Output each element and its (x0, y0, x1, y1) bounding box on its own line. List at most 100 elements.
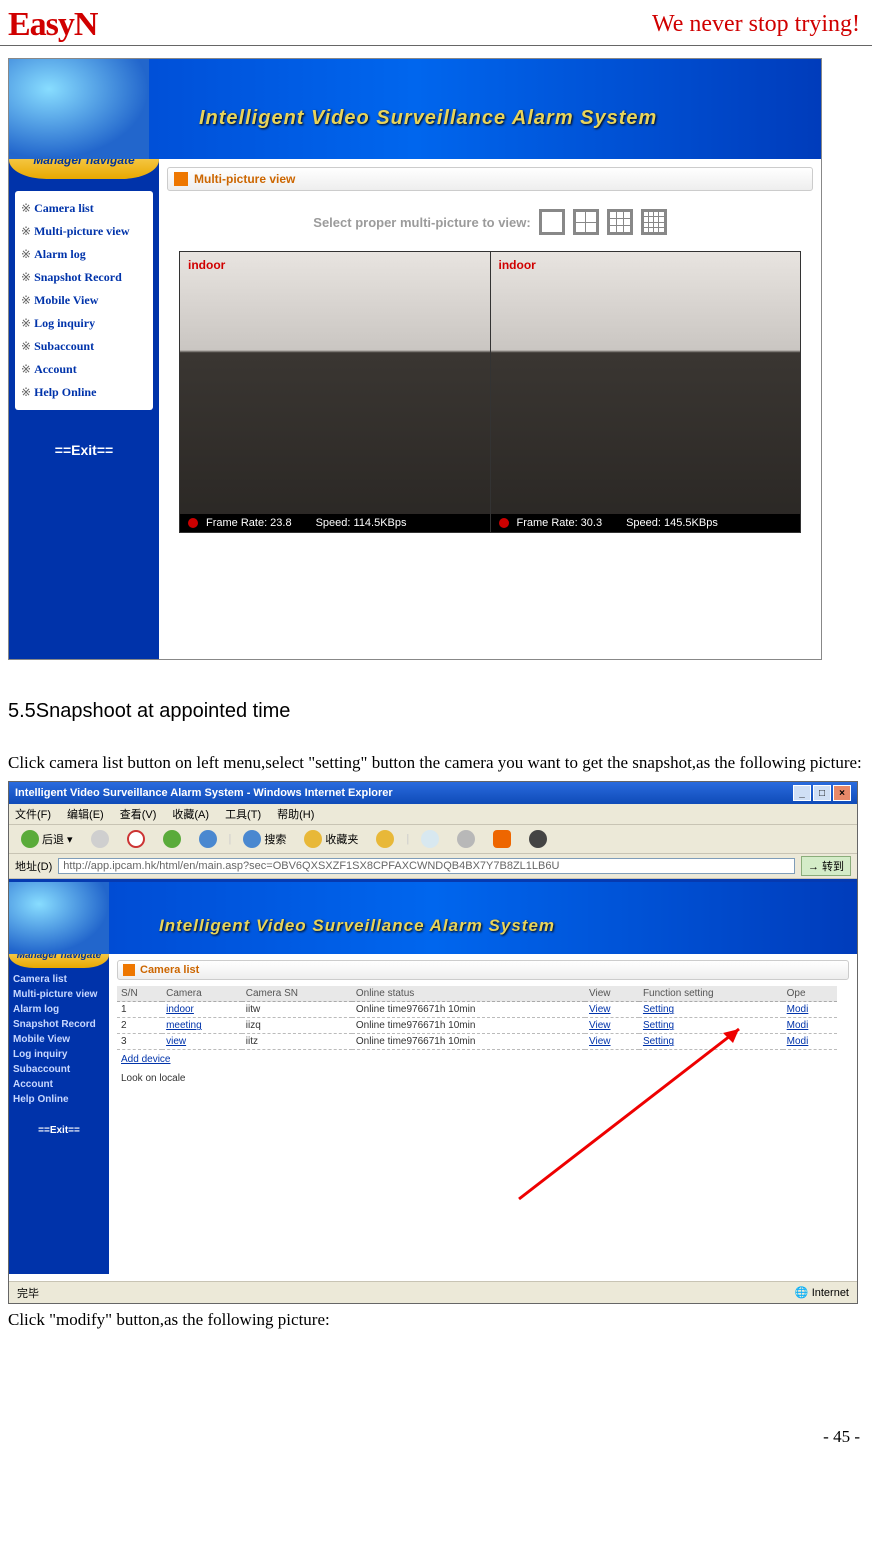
refresh-button[interactable] (157, 827, 187, 851)
camera-label: indoor (188, 258, 225, 272)
status-right: 🌐 Internet (795, 1286, 849, 1299)
modify-link[interactable]: Modi (787, 1004, 809, 1015)
logo: EasyN (8, 6, 97, 44)
cell-camsn: iitw (242, 1002, 352, 1018)
sidebar-item-log-inquiry[interactable]: Log inquiry (19, 312, 149, 335)
section-heading: 5.5Snapshoot at appointed time (8, 700, 864, 723)
stop-button[interactable] (121, 827, 151, 851)
app-banner-title: Intelligent Video Surveillance Alarm Sys… (159, 916, 555, 936)
go-button[interactable]: → 转到 (801, 856, 851, 876)
col-sn: S/N (117, 986, 162, 1002)
grid-16-button[interactable] (641, 209, 667, 235)
menu-favorites[interactable]: 收藏(A) (172, 806, 209, 822)
figure-camera-list-browser: Intelligent Video Surveillance Alarm Sys… (8, 781, 858, 1304)
exit-button[interactable]: ==Exit== (9, 442, 159, 458)
stop-icon (127, 830, 145, 848)
search-button[interactable]: 搜索 (237, 827, 292, 851)
menu-edit[interactable]: 编辑(E) (67, 806, 104, 822)
extra-icon (529, 830, 547, 848)
video-stats: Frame Rate: 30.3 Speed: 145.5KBps (491, 514, 801, 532)
grid-selector-row: Select proper multi-picture to view: (159, 209, 821, 235)
sidebar-item-log-inquiry[interactable]: Log inquiry (11, 1047, 107, 1062)
view-link[interactable]: View (589, 1036, 611, 1047)
sidebar-item-help-online[interactable]: Help Online (19, 381, 149, 404)
setting-link[interactable]: Setting (643, 1004, 674, 1015)
url-field[interactable]: http://app.ipcam.hk/html/en/main.asp?sec… (58, 858, 795, 874)
taobao-button[interactable] (487, 827, 517, 851)
camera-link[interactable]: meeting (166, 1020, 202, 1031)
section-title: Camera list (140, 964, 199, 976)
menu-view[interactable]: 查看(V) (120, 806, 157, 822)
speed: Speed: 114.5KBps (316, 517, 407, 529)
print-button[interactable] (451, 827, 481, 851)
minimize-button[interactable]: _ (793, 785, 811, 801)
address-label: 地址(D) (15, 858, 52, 874)
sidebar-item-snapshot-record[interactable]: Snapshot Record (11, 1017, 107, 1032)
sidebar-item-alarm-log[interactable]: Alarm log (11, 1002, 107, 1017)
sidebar-item-multi-picture[interactable]: Multi-picture view (19, 220, 149, 243)
camera-link[interactable]: indoor (166, 1004, 194, 1015)
add-device: Add device (121, 1054, 845, 1065)
extra-button[interactable] (523, 827, 553, 851)
sidebar-item-subaccount[interactable]: Subaccount (19, 335, 149, 358)
col-view: View (585, 986, 639, 1002)
menu-help[interactable]: 帮助(H) (277, 806, 314, 822)
sidebar-item-camera-list[interactable]: Camera list (19, 197, 149, 220)
sidebar-item-snapshot-record[interactable]: Snapshot Record (19, 266, 149, 289)
modify-link[interactable]: Modi (787, 1020, 809, 1031)
sidebar-menu: Camera list Multi-picture view Alarm log… (15, 191, 153, 410)
forward-button[interactable] (85, 827, 115, 851)
sidebar-item-mobile-view[interactable]: Mobile View (19, 289, 149, 312)
setting-link[interactable]: Setting (643, 1036, 674, 1047)
record-icon (188, 518, 198, 528)
frame-rate: Frame Rate: 23.8 (206, 517, 292, 529)
sidebar-item-multi-picture[interactable]: Multi-picture view (11, 987, 107, 1002)
close-button[interactable]: × (833, 785, 851, 801)
back-button[interactable]: 后退 ▾ (15, 827, 79, 851)
video-cell-2[interactable]: indoor Frame Rate: 30.3 Speed: 145.5KBps (491, 252, 801, 532)
sidebar-item-camera-list[interactable]: Camera list (11, 972, 107, 987)
home-icon (199, 830, 217, 848)
grid-1-button[interactable] (539, 209, 565, 235)
back-icon (21, 830, 39, 848)
window-title: Intelligent Video Surveillance Alarm Sys… (15, 787, 393, 799)
modify-link[interactable]: Modi (787, 1036, 809, 1047)
status-left: 完毕 (17, 1285, 39, 1301)
sidebar-item-alarm-log[interactable]: Alarm log (19, 243, 149, 266)
exit-button[interactable]: ==Exit== (11, 1123, 107, 1138)
sidebar-item-account[interactable]: Account (19, 358, 149, 381)
menu-file[interactable]: 文件(F) (15, 806, 51, 822)
sidebar-item-mobile-view[interactable]: Mobile View (11, 1032, 107, 1047)
mail-icon (421, 830, 439, 848)
select-label: Select proper multi-picture to view: (313, 215, 530, 230)
maximize-button[interactable]: □ (813, 785, 831, 801)
col-function-setting: Function setting (639, 986, 783, 1002)
menu-tools[interactable]: 工具(T) (225, 806, 261, 822)
history-button[interactable] (370, 827, 400, 851)
table-row: 3 view iitz Online time976671h 10min Vie… (117, 1034, 837, 1050)
cell-sn: 1 (117, 1002, 162, 1018)
add-device-link[interactable]: Add device (121, 1054, 170, 1065)
menu-bar: 文件(F) 编辑(E) 查看(V) 收藏(A) 工具(T) 帮助(H) (9, 804, 857, 825)
sidebar-item-subaccount[interactable]: Subaccount (11, 1062, 107, 1077)
section-icon (174, 172, 188, 186)
favorites-button[interactable]: 收藏夹 (298, 827, 364, 851)
table-row: 1 indoor iitw Online time976671h 10min V… (117, 1002, 837, 1018)
home-button[interactable] (193, 827, 223, 851)
mail-button[interactable] (415, 827, 445, 851)
camera-link[interactable]: view (166, 1036, 186, 1047)
sidebar: Manager navigate Camera list Multi-pictu… (9, 159, 159, 659)
cell-camsn: iitz (242, 1034, 352, 1050)
grid-4-button[interactable] (573, 209, 599, 235)
view-link[interactable]: View (589, 1020, 611, 1031)
view-link[interactable]: View (589, 1004, 611, 1015)
video-cell-1[interactable]: indoor Frame Rate: 23.8 Speed: 114.5KBps (180, 252, 490, 532)
figure-multi-picture-view: Intelligent Video Surveillance Alarm Sys… (8, 58, 822, 660)
sidebar-item-account[interactable]: Account (11, 1077, 107, 1092)
sidebar-item-help-online[interactable]: Help Online (11, 1092, 107, 1107)
setting-link[interactable]: Setting (643, 1020, 674, 1031)
video-stats: Frame Rate: 23.8 Speed: 114.5KBps (180, 514, 490, 532)
grid-9-button[interactable] (607, 209, 633, 235)
section-title: Multi-picture view (194, 172, 295, 186)
camera-label: indoor (499, 258, 536, 272)
